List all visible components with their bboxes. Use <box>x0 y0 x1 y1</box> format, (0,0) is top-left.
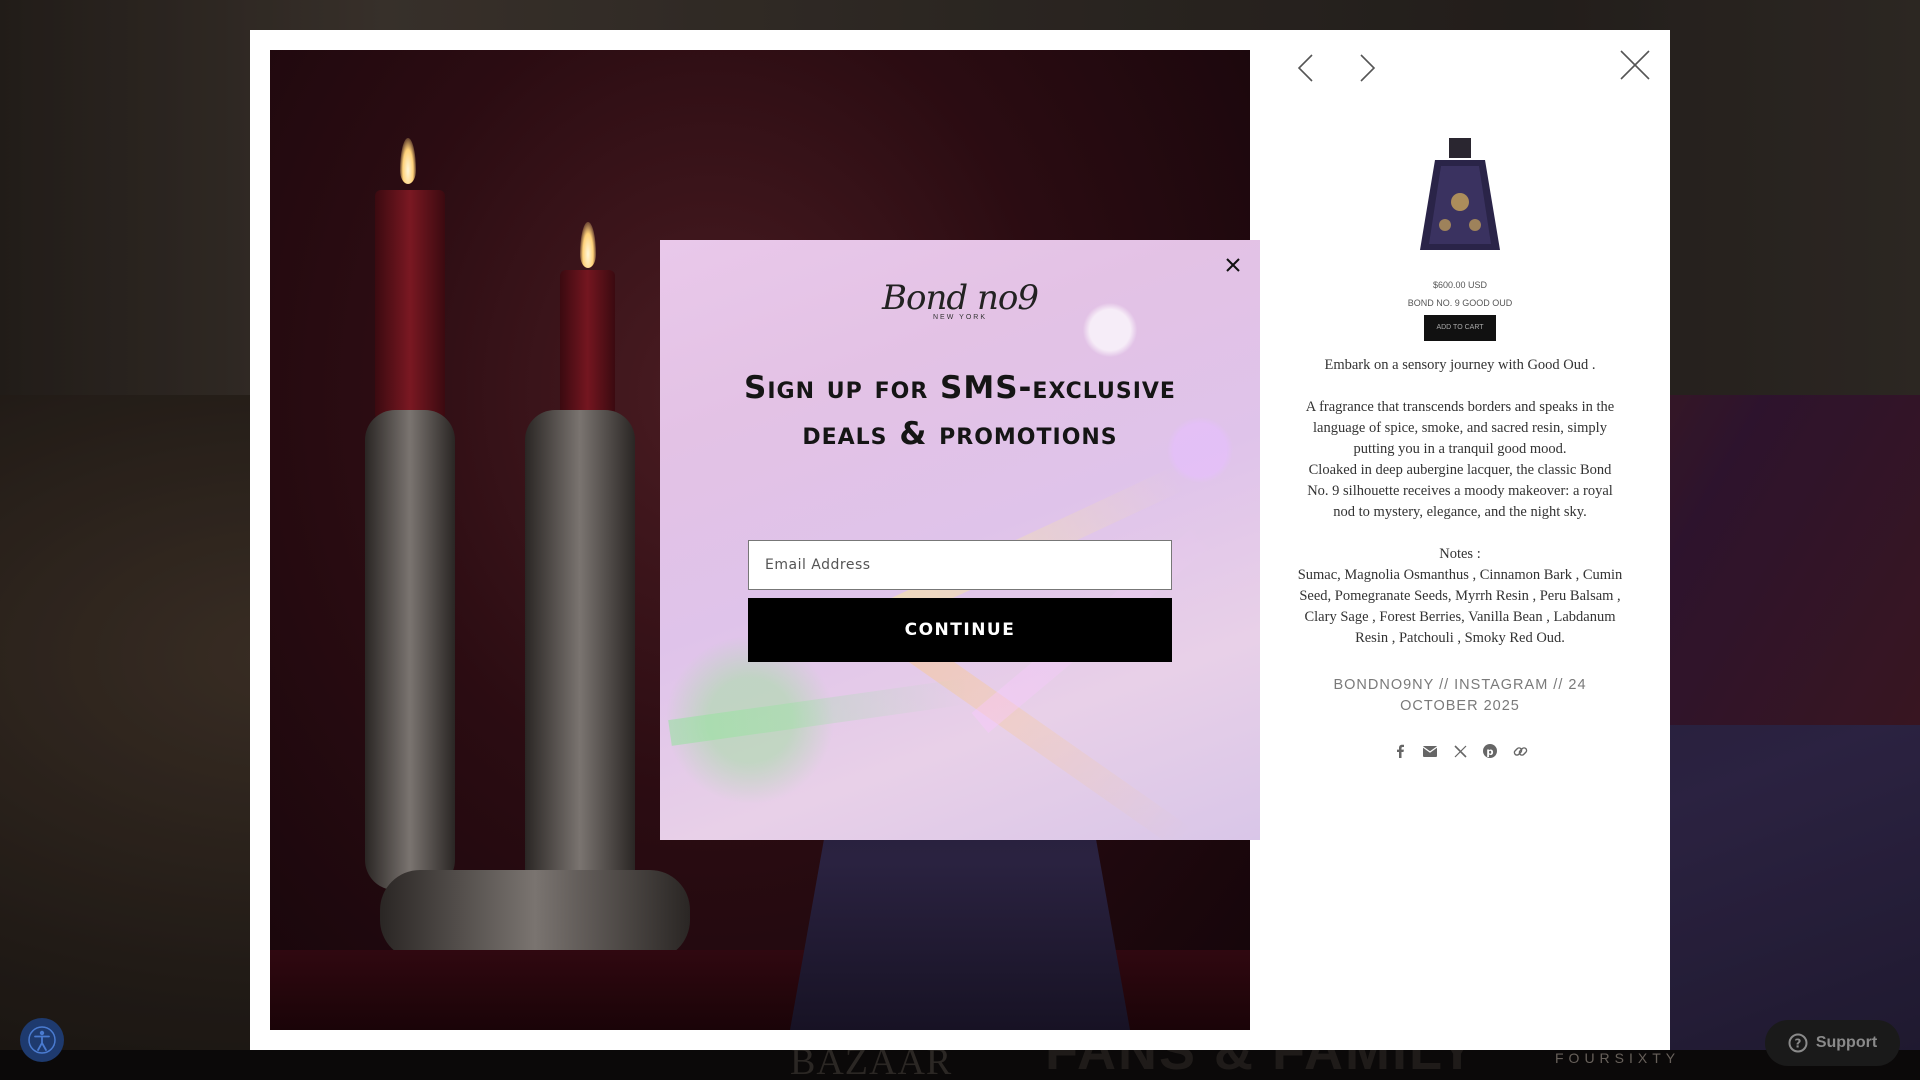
product-name[interactable]: BOND NO. 9 GOOD OUD <box>1275 298 1645 308</box>
facebook-icon[interactable] <box>1392 743 1408 759</box>
link-icon[interactable] <box>1512 743 1528 759</box>
candle-left <box>375 190 445 420</box>
flame-left <box>400 138 416 184</box>
svg-text:?: ? <box>1794 1037 1801 1051</box>
light-beam <box>668 678 969 746</box>
previous-arrow-icon[interactable] <box>1285 48 1325 88</box>
share-icons: p <box>1275 743 1645 759</box>
post-source[interactable]: BONDNO9NY // INSTAGRAM // 24 OCTOBER 202… <box>1275 675 1645 717</box>
continue-button[interactable]: CONTINUE <box>748 598 1172 662</box>
caption-intro: Embark on a sensory journey with Good Ou… <box>1324 357 1596 373</box>
next-arrow-icon[interactable] <box>1348 48 1388 88</box>
email-field[interactable] <box>748 540 1172 590</box>
accessibility-button[interactable] <box>20 1018 64 1062</box>
candle-right <box>560 270 615 420</box>
modal-close-icon[interactable] <box>1220 252 1246 278</box>
notes-list: Sumac, Magnolia Osmanthus , Cinnamon Bar… <box>1297 567 1623 646</box>
lightbox-close-icon[interactable] <box>1615 45 1655 85</box>
support-label: Support <box>1815 1034 1878 1051</box>
post-caption: Embark on a sensory journey with Good Ou… <box>1275 355 1645 649</box>
x-icon[interactable] <box>1452 743 1468 759</box>
support-widget-button[interactable]: ? Support <box>1765 1020 1900 1066</box>
sms-signup-modal: Bond no9 NEW YORK Sign up for SMS-exclus… <box>660 240 1260 840</box>
caption-paragraph: Cloaked in deep aubergine lacquer, the c… <box>1307 462 1613 520</box>
brand-logo: Bond no9 NEW YORK <box>660 278 1260 321</box>
modal-headline: Sign up for SMS-exclusive deals & promot… <box>744 370 1176 452</box>
notes-label: Notes : <box>1439 546 1481 562</box>
flame-right <box>580 222 596 268</box>
candlestick-left <box>365 410 455 890</box>
svg-text:p: p <box>1486 747 1493 758</box>
lightbox-sidebar: $600.00 USD BOND NO. 9 GOOD OUD ADD TO C… <box>1275 130 1645 759</box>
logo-subtitle: NEW YORK <box>933 314 987 321</box>
product-thumbnail[interactable] <box>1405 130 1515 270</box>
product-price: $600.00 USD <box>1432 280 1488 290</box>
email-icon[interactable] <box>1422 743 1438 759</box>
help-icon: ? <box>1788 1033 1808 1053</box>
add-to-cart-button[interactable]: ADD TO CART <box>1424 315 1496 341</box>
logo-script: Bond no9 <box>882 278 1039 318</box>
candlestick-right <box>525 410 635 910</box>
caption-paragraph: A fragrance that transcends borders and … <box>1305 399 1615 457</box>
pinterest-icon[interactable]: p <box>1482 743 1498 759</box>
accessibility-icon <box>28 1026 56 1054</box>
candlestick-base <box>380 870 690 960</box>
